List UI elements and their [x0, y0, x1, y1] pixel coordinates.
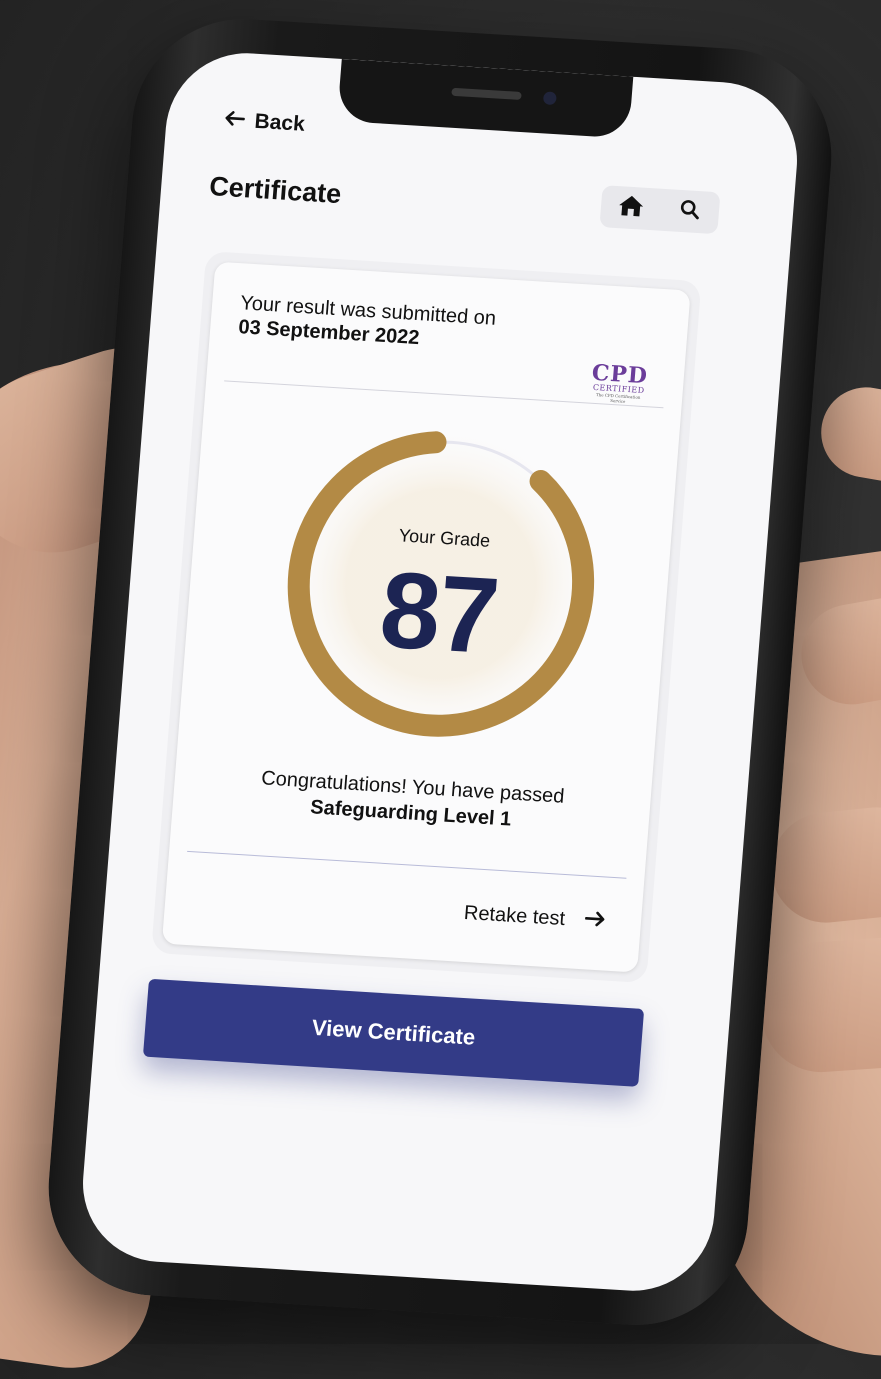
- search-button[interactable]: [658, 189, 720, 234]
- grade-gauge: Your Grade 87: [269, 415, 614, 754]
- arrow-right-icon: [584, 909, 606, 933]
- search-icon: [678, 198, 700, 224]
- result-card: Your result was submitted on 03 Septembe…: [151, 251, 702, 984]
- page-title: Certificate: [208, 171, 343, 210]
- view-certificate-button[interactable]: View Certificate: [142, 978, 645, 1087]
- result-card-body: Your result was submitted on 03 Septembe…: [161, 261, 691, 973]
- congratulations-message: Congratulations! You have passed Safegua…: [172, 760, 651, 841]
- app-screen: Back Certificate Your result was submitt…: [76, 48, 804, 1296]
- grade-value: 87: [375, 548, 502, 677]
- home-button[interactable]: [599, 185, 661, 230]
- front-camera: [542, 91, 557, 106]
- retake-test-link[interactable]: Retake test: [463, 902, 606, 934]
- phone-frame: Back Certificate Your result was submitt…: [40, 12, 840, 1332]
- retake-label: Retake test: [463, 901, 566, 931]
- back-button[interactable]: Back: [224, 108, 306, 137]
- back-label: Back: [253, 109, 306, 136]
- notch: [336, 58, 634, 139]
- speaker: [451, 87, 522, 100]
- cpd-certified-logo: CPD CERTIFIED The CPD Certification Serv…: [588, 360, 651, 406]
- submission-info: Your result was submitted on 03 Septembe…: [237, 291, 497, 354]
- right-finger: [814, 380, 881, 490]
- arrow-left-icon: [224, 108, 246, 133]
- divider: [187, 850, 627, 879]
- top-toolbar: [599, 185, 721, 235]
- home-icon: [616, 194, 644, 223]
